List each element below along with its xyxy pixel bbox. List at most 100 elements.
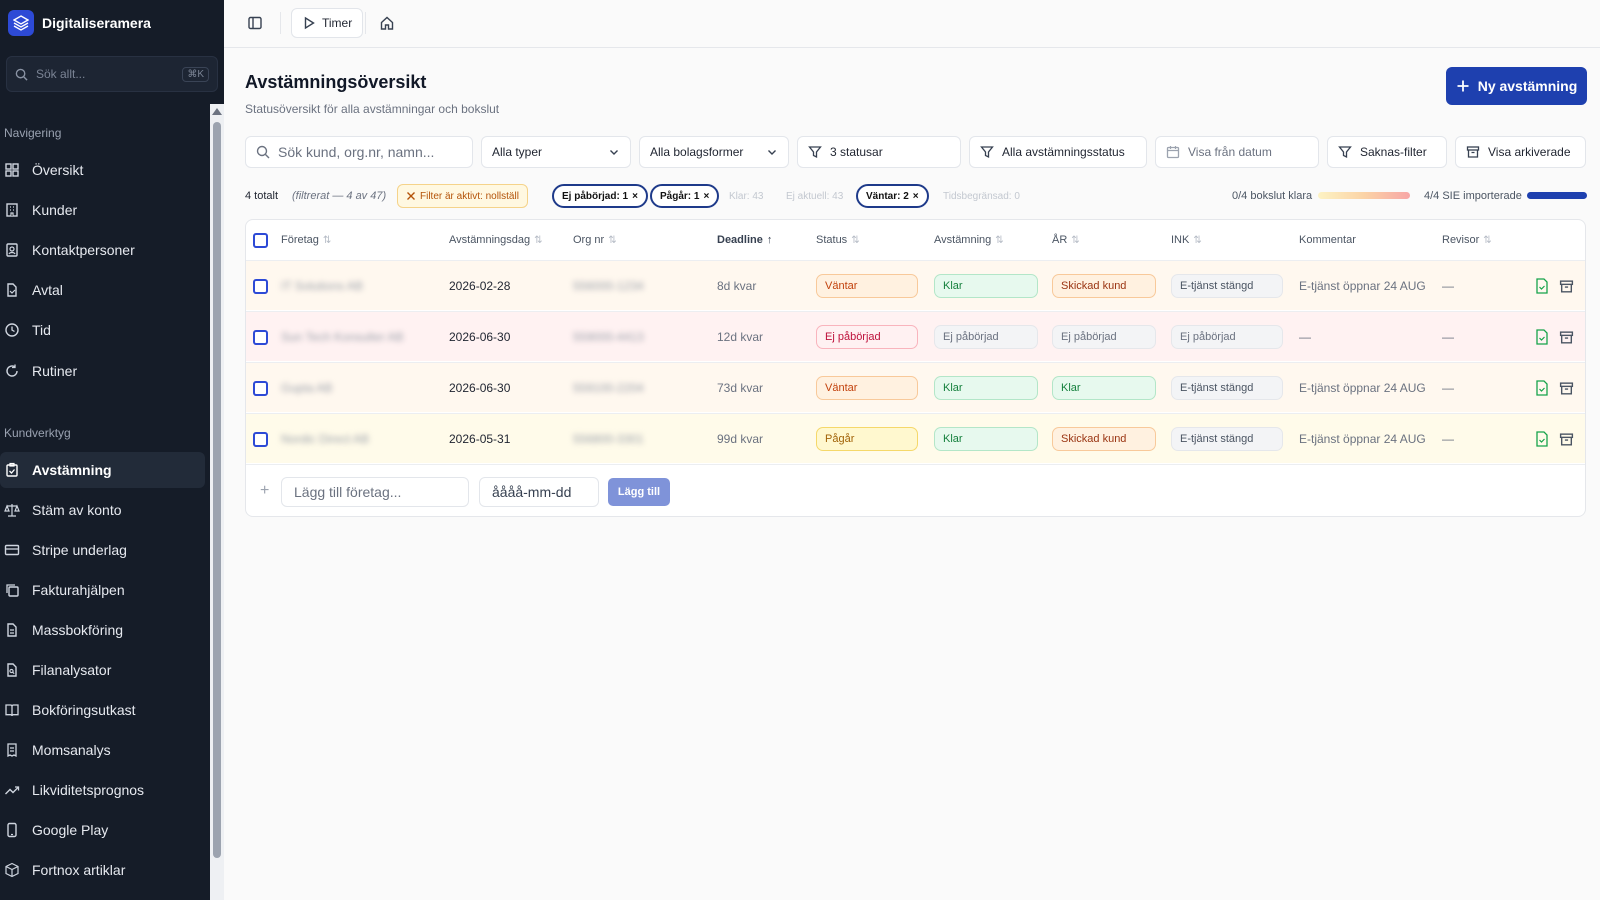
row-checkbox[interactable]	[253, 363, 268, 413]
file-spreadsheet-icon[interactable]	[1535, 380, 1549, 396]
chip-klar[interactable]: Klar: 43	[721, 184, 771, 208]
reconciliation-badge[interactable]: Ej påbörjad	[934, 325, 1038, 349]
comment[interactable]: E-tjänst öppnar 24 AUG	[1299, 261, 1426, 311]
reconciliation-badge[interactable]: Klar	[934, 376, 1038, 400]
header-status[interactable]: Status ⇅	[816, 220, 860, 260]
nav-item-tid[interactable]: Tid	[0, 312, 205, 348]
close-icon[interactable]: ×	[703, 191, 709, 202]
row-checkbox[interactable]	[253, 414, 268, 464]
header-avstamningsdag[interactable]: Avstämningsdag ⇅	[449, 220, 543, 260]
ar-badge[interactable]: Skickad kund	[1052, 427, 1156, 451]
type-select[interactable]: Alla typer	[481, 136, 631, 168]
reconciliation-badge[interactable]: Klar	[934, 274, 1038, 298]
status-badge[interactable]: Ej påbörjad	[816, 325, 918, 349]
nav-item-google-play[interactable]: Google Play	[0, 812, 205, 848]
chip-ej-aktuell[interactable]: Ej aktuell: 43	[778, 184, 851, 208]
nav-item-stam-av-konto[interactable]: Stäm av konto	[0, 492, 205, 528]
table-row[interactable]: Gupta AB 2026-06-30 559100-2204 73d kvar…	[246, 362, 1585, 413]
nav-item-avtal[interactable]: Avtal	[0, 272, 205, 308]
nav-item-avstamning[interactable]: Avstämning	[0, 452, 205, 488]
archive-icon[interactable]	[1559, 432, 1574, 447]
status-badge[interactable]: Pågår	[816, 427, 918, 451]
ar-badge[interactable]: Klar	[1052, 376, 1156, 400]
header-org-nr[interactable]: Org nr ⇅	[573, 220, 617, 260]
ink-badge[interactable]: E-tjänst stängd	[1171, 427, 1283, 451]
header-avstamning[interactable]: Avstämning ⇅	[934, 220, 1004, 260]
close-icon[interactable]: ×	[632, 191, 638, 202]
nav-item-bokforingsutkast[interactable]: Bokföringsutkast	[0, 692, 205, 728]
nav-item-fortnox-artiklar[interactable]: Fortnox artiklar	[0, 852, 205, 888]
nav-item-filanalysator[interactable]: Filanalysator	[0, 652, 205, 688]
nav-item-kunder[interactable]: Kunder	[0, 192, 205, 228]
archive-icon[interactable]	[1559, 330, 1574, 345]
chip-ej-paborjad[interactable]: Ej påbörjad: 1 ×	[552, 184, 648, 208]
scroll-up-arrow-icon[interactable]	[212, 108, 222, 115]
row-checkbox[interactable]	[253, 312, 268, 362]
comment[interactable]: E-tjänst öppnar 24 AUG	[1299, 414, 1426, 464]
nav-item-massbokforing[interactable]: Massbokföring	[0, 612, 205, 648]
chip-vantar[interactable]: Väntar: 2 ×	[856, 184, 929, 208]
chevron-down-icon	[610, 150, 618, 155]
company-form-select[interactable]: Alla bolagsformer	[639, 136, 789, 168]
reconciliation-status-filter[interactable]: Alla avstämningsstatus	[969, 136, 1147, 168]
header-deadline[interactable]: Deadline ↑	[717, 220, 772, 260]
show-archived-button[interactable]: Visa arkiverade	[1455, 136, 1586, 168]
status-filter[interactable]: 3 statusar	[797, 136, 961, 168]
add-button[interactable]: Lägg till	[608, 478, 670, 506]
from-date-filter[interactable]: Visa från datum	[1155, 136, 1319, 168]
file-spreadsheet-icon[interactable]	[1535, 329, 1549, 345]
reconciliation-badge[interactable]: Klar	[934, 427, 1038, 451]
nav-item-stripe-underlag[interactable]: Stripe underlag	[0, 532, 205, 568]
header-ar[interactable]: ÅR ⇅	[1052, 220, 1080, 260]
company-name[interactable]: IT Solutions AB	[281, 261, 363, 311]
from-date-placeholder: Visa från datum	[1188, 145, 1272, 159]
global-search[interactable]: Sök allt... ⌘K	[6, 56, 218, 92]
nav-item-rutiner[interactable]: Rutiner	[0, 353, 205, 389]
timer-button[interactable]: Timer	[291, 8, 364, 38]
archive-icon[interactable]	[1559, 381, 1574, 396]
chip-tidsbegransad[interactable]: Tidsbegränsad: 0	[935, 184, 1028, 208]
header-foretag[interactable]: Företag ⇅	[281, 220, 331, 260]
customer-search-input[interactable]: Sök kund, org.nr, namn...	[245, 136, 473, 168]
sidebar-scroll-thumb[interactable]	[213, 122, 221, 858]
archive-icon[interactable]	[1559, 279, 1574, 294]
file-spreadsheet-icon[interactable]	[1535, 278, 1549, 294]
ink-badge[interactable]: Ej påbörjad	[1171, 325, 1283, 349]
status-badge[interactable]: Väntar	[816, 274, 918, 298]
status-badge[interactable]: Väntar	[816, 376, 918, 400]
book-icon	[5, 704, 19, 717]
company-name[interactable]: Gupta AB	[281, 363, 332, 413]
table-row[interactable]: Nordic Direct AB 2026-05-31 556800-3301 …	[246, 413, 1585, 464]
reset-filter-button[interactable]: Filter är aktivt: nollställ	[397, 184, 528, 208]
table-row[interactable]: IT Solutions AB 2026-02-28 556000-1234 8…	[246, 260, 1585, 311]
file-spreadsheet-icon[interactable]	[1535, 431, 1549, 447]
close-icon[interactable]: ×	[913, 191, 919, 202]
new-reconciliation-button[interactable]: Ny avstämning	[1446, 67, 1587, 105]
comment[interactable]: —	[1299, 312, 1311, 362]
header-revisor[interactable]: Revisor ⇅	[1442, 220, 1492, 260]
table-row[interactable]: Sun Tech Konsulter AB 2026-06-30 559000-…	[246, 311, 1585, 362]
ar-badge[interactable]: Ej påbörjad	[1052, 325, 1156, 349]
add-date-input[interactable]: åååå-mm-dd	[479, 477, 599, 507]
row-checkbox[interactable]	[253, 261, 268, 311]
home-button[interactable]	[372, 8, 402, 38]
chip-pagar[interactable]: Pågår: 1 ×	[650, 184, 720, 208]
company-name[interactable]: Sun Tech Konsulter AB	[281, 312, 404, 362]
toggle-sidebar-button[interactable]	[240, 8, 270, 38]
company-name[interactable]: Nordic Direct AB	[281, 414, 369, 464]
nav-item-likviditetsprognos[interactable]: Likviditetsprognos	[0, 772, 205, 808]
brand[interactable]: Digitaliseramera	[8, 8, 151, 38]
nav-item-kontaktpersoner[interactable]: Kontaktpersoner	[0, 232, 205, 268]
add-company-input[interactable]: Lägg till företag...	[281, 477, 469, 507]
nav-item-fakturahjalpen[interactable]: Fakturahjälpen	[0, 572, 205, 608]
header-ink[interactable]: INK ⇅	[1171, 220, 1202, 260]
nav-item-momsanalys[interactable]: Momsanalys	[0, 732, 205, 768]
select-all-checkbox[interactable]	[253, 220, 268, 260]
ink-badge[interactable]: E-tjänst stängd	[1171, 376, 1283, 400]
nav-item-oversikt[interactable]: Översikt	[0, 152, 205, 188]
comment[interactable]: E-tjänst öppnar 24 AUG	[1299, 363, 1426, 413]
missing-filter-button[interactable]: Saknas-filter	[1327, 136, 1447, 168]
chip-label: Tidsbegränsad: 0	[943, 190, 1020, 202]
ar-badge[interactable]: Skickad kund	[1052, 274, 1156, 298]
ink-badge[interactable]: E-tjänst stängd	[1171, 274, 1283, 298]
